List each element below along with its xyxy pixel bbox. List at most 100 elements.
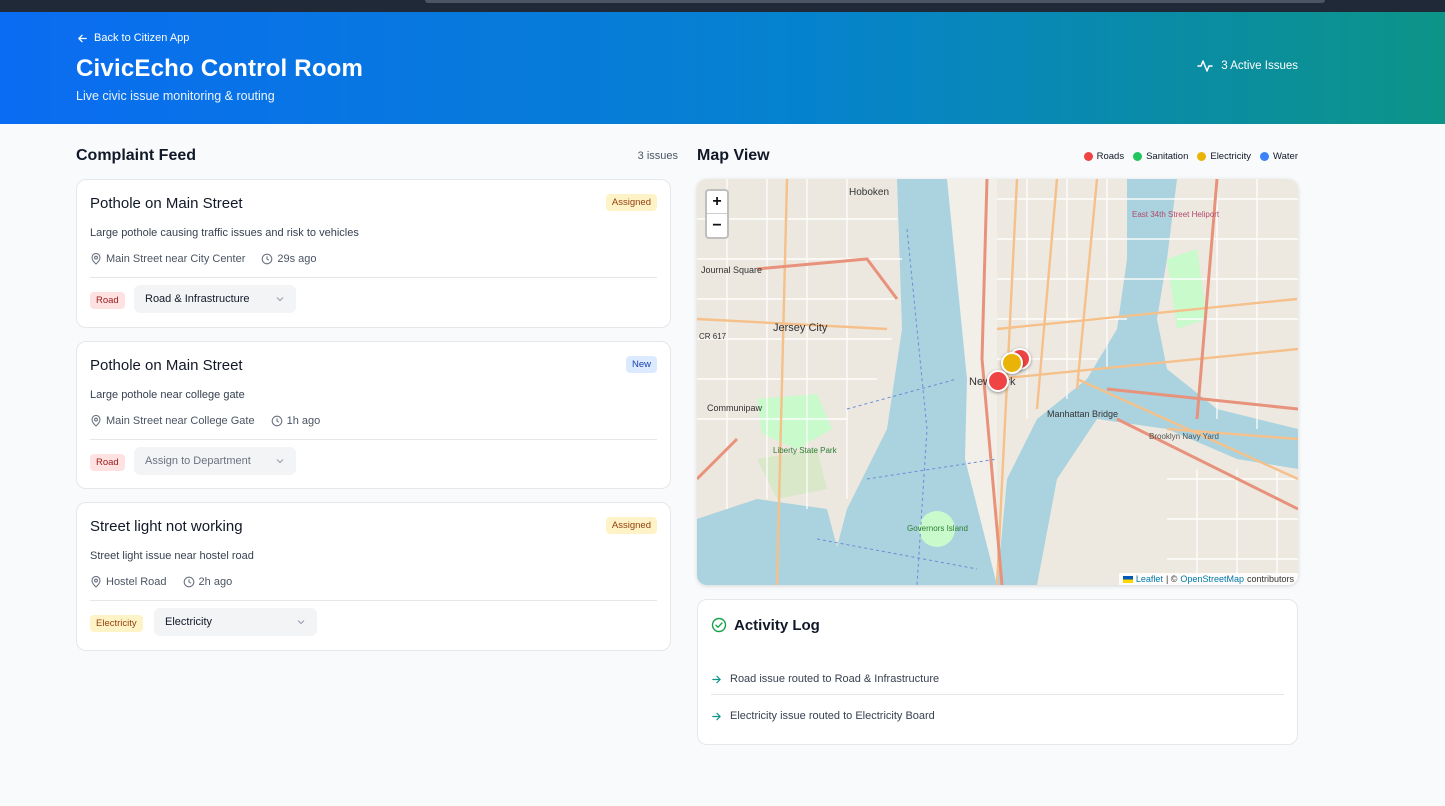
arrow-right-icon [712,675,721,683]
header-banner: Back to Citizen App CivicEcho Control Ro… [0,12,1445,124]
attribution-separator: | © [1165,574,1178,584]
check-circle-icon [711,617,727,633]
map-label-journal-square: Journal Square [701,265,762,275]
complaint-description: Large pothole near college gate [90,389,245,401]
map-label-east-34: East 34th Street Heliport [1132,210,1220,219]
department-select-value: Assign to Department [145,455,251,467]
divider [90,277,657,278]
map-legend: Roads Sanitation Electricity Water [1083,150,1298,162]
category-badge: Electricity [90,615,143,632]
legend-label: Roads [1096,150,1125,162]
activity-entry: Road issue routed to Road & Infrastructu… [711,673,1284,695]
status-badge: New [625,356,657,373]
map-canvas[interactable]: Hoboken Journal Square Jersey City Commu… [697,179,1298,585]
complaint-time: 2h ago [198,576,233,588]
clock-icon [183,576,194,588]
map-view-title: Map View [697,147,770,164]
divider [90,439,657,440]
complaint-title: Pothole on Main Street [90,195,243,212]
department-select[interactable]: Road & Infrastructure [134,285,296,313]
arrow-right-icon [712,712,721,720]
complaint-meta: Hostel Road 2h ago [90,576,232,588]
back-link-label: Back to Citizen App [94,32,190,44]
issue-count: 3 issues [637,150,678,162]
complaint-time: 1h ago [286,415,321,427]
map-label-brooklyn-navy: Brooklyn Navy Yard [1149,432,1219,441]
ukraine-flag-icon [1122,575,1133,583]
activity-entry: Electricity issue routed to Electricity … [711,710,1284,731]
complaint-meta: Main Street near City Center 29s ago [90,253,317,265]
active-issues-indicator: 3 Active Issues [1197,59,1298,73]
map-pin-icon [91,253,101,265]
clock-icon [262,253,273,265]
leaflet-link[interactable]: Leaflet [1136,574,1163,584]
map-view-header: Map View Roads Sanitation Electricity Wa… [697,147,1298,165]
active-issues-label: 3 Active Issues [1221,60,1298,72]
chevron-down-icon [297,620,305,625]
complaint-description: Street light issue near hostel road [90,550,254,562]
map-label-liberty: Liberty State Park [773,446,838,455]
map-label-cr617: CR 617 [699,332,727,341]
complaint-card[interactable]: Pothole on Main Street Assigned Large po… [76,179,671,328]
map-attribution: Leaflet | © OpenStreetMap contributors [1118,573,1298,585]
complaint-feed-header: Complaint Feed 3 issues [76,147,678,165]
category-badge: Road [90,454,125,471]
map-marker-electricity[interactable] [1001,352,1023,374]
attribution-suffix: contributors [1246,574,1294,584]
legend-item-water: Water [1260,151,1298,162]
page-subtitle: Live civic issue monitoring & routing [76,89,275,103]
map-label-jersey-city: Jersey City [773,322,828,334]
activity-pulse-icon [1197,60,1214,72]
complaint-location: Hostel Road [106,576,167,588]
legend-label: Electricity [1210,150,1252,162]
divider [90,600,657,601]
complaint-time: 29s ago [277,253,317,265]
activity-entry-text: Electricity issue routed to Electricity … [730,710,935,722]
arrow-left-icon [78,34,87,42]
activity-log-panel: Activity Log Road issue routed to Road &… [697,599,1298,745]
map-marker-roads[interactable] [987,370,1009,392]
map-zoom-control: + − [705,189,729,239]
map-label-communipaw: Communipaw [707,403,763,413]
activity-log-title: Activity Log [734,617,820,634]
complaint-title: Street light not working [90,518,243,535]
department-select[interactable]: Assign to Department [134,447,296,475]
map-label-governors: Governors Island [907,524,968,533]
legend-dot [1083,151,1093,161]
legend-dot [1260,151,1270,161]
status-badge: Assigned [605,194,657,211]
map-label-hoboken: Hoboken [849,187,889,198]
legend-item-sanitation: Sanitation [1133,151,1188,162]
legend-item-electricity: Electricity [1197,151,1251,162]
legend-label: Water [1273,150,1298,162]
zoom-in-button[interactable]: + [707,191,727,214]
department-select-value: Road & Infrastructure [145,293,250,305]
clock-icon [271,415,282,427]
osm-link[interactable]: OpenStreetMap [1180,574,1244,584]
activity-entry-text: Road issue routed to Road & Infrastructu… [730,673,940,685]
chevron-down-icon [276,297,284,302]
zoom-out-button[interactable]: − [707,214,727,237]
browser-top-strip [0,0,1445,12]
legend-dot [1133,151,1143,161]
complaint-title: Pothole on Main Street [90,357,243,374]
department-select-value: Electricity [165,616,213,628]
complaint-feed-title: Complaint Feed [76,147,197,164]
map-pin-icon [91,576,101,588]
complaint-card[interactable]: Pothole on Main Street New Large pothole… [76,341,671,489]
complaint-location: Main Street near City Center [106,253,246,265]
map-label-manhattan-bridge: Manhattan Bridge [1047,409,1118,419]
back-link[interactable]: Back to Citizen App [77,32,189,44]
legend-dot [1197,151,1207,161]
page-title: CivicEcho Control Room [76,55,364,82]
complaint-location: Main Street near College Gate [106,415,255,427]
complaint-description: Large pothole causing traffic issues and… [90,227,359,239]
category-badge: Road [90,292,125,309]
legend-item-roads: Roads [1083,150,1125,162]
status-badge: Assigned [605,517,657,534]
tab-bar-edge [425,0,1325,3]
legend-label: Sanitation [1146,150,1189,162]
complaint-card[interactable]: Street light not working Assigned Street… [76,502,671,651]
chevron-down-icon [276,459,284,464]
department-select[interactable]: Electricity [154,608,317,636]
